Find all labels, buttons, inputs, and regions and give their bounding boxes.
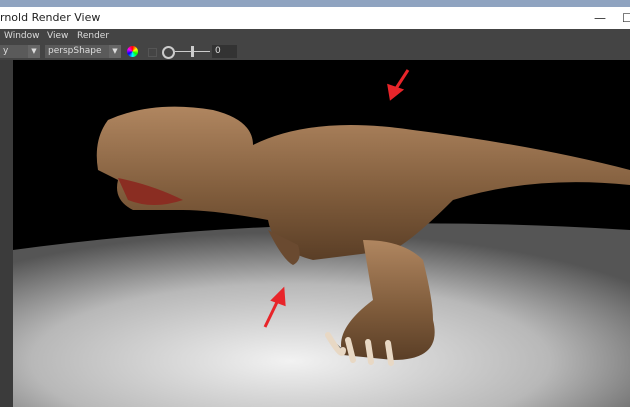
toolbar: y ▼ perspShape ▼ 0 <box>0 43 630 60</box>
title-bar: rnold Render View — ☐ <box>0 7 630 29</box>
camera-select-value: perspShape <box>48 46 102 56</box>
checkbox-icon[interactable] <box>148 48 157 57</box>
menu-render[interactable]: Render <box>77 29 109 43</box>
desktop-strip <box>0 0 630 7</box>
left-select-value: y <box>3 46 9 56</box>
render-image <box>13 60 630 407</box>
maximize-button[interactable]: ☐ <box>622 7 630 29</box>
camera-select[interactable]: perspShape ▼ <box>45 45 121 58</box>
left-panel <box>0 60 13 407</box>
chevron-down-icon: ▼ <box>109 45 121 58</box>
window-title: rnold Render View <box>0 11 101 24</box>
minimize-button[interactable]: — <box>594 7 606 29</box>
render-viewport <box>13 60 630 407</box>
exposure-icon <box>162 46 175 59</box>
menu-window[interactable]: Window <box>4 29 40 43</box>
exposure-slider-handle[interactable] <box>191 46 194 57</box>
chevron-down-icon: ▼ <box>28 45 40 58</box>
menu-view[interactable]: View <box>47 29 68 43</box>
color-channel-icon[interactable] <box>127 46 138 57</box>
menu-bar: Window View Render <box>0 29 630 43</box>
exposure-input[interactable]: 0 <box>212 45 237 58</box>
left-select[interactable]: y ▼ <box>0 45 40 58</box>
